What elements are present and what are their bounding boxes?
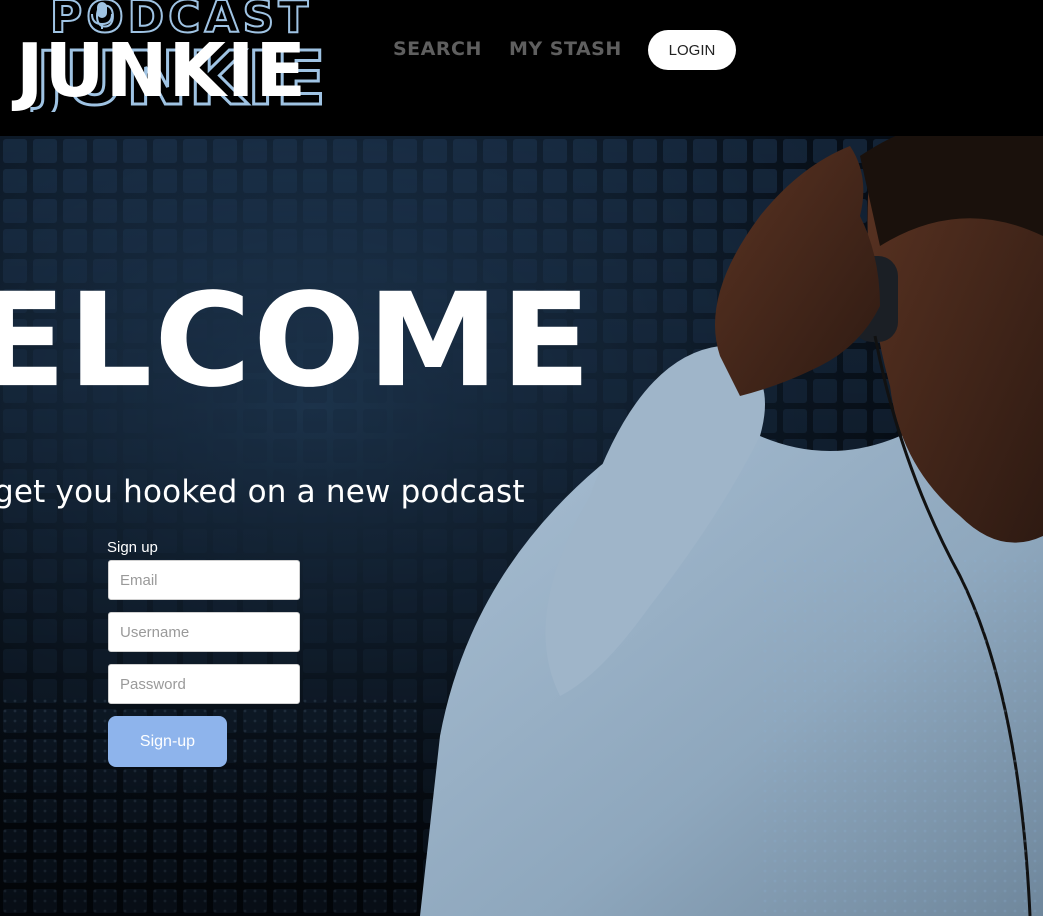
username-field[interactable] — [108, 612, 300, 652]
signup-heading: Sign up — [107, 539, 158, 556]
login-button[interactable]: LOGIN — [648, 30, 736, 70]
signup-button[interactable]: Sign-up — [108, 716, 227, 767]
logo-bottom-text: JUNKIE — [11, 28, 307, 112]
hero-section: ELCOME get you hooked on a new podcast S… — [0, 136, 1043, 916]
podcast-junkie-logo[interactable]: PODCAST JUNKIE JUNKIE — [0, 0, 390, 112]
nav-my-stash-link[interactable]: MY STASH — [509, 38, 622, 60]
nav-search-link[interactable]: SEARCH — [393, 38, 482, 60]
site-header: PODCAST JUNKIE JUNKIE SEARCH MY STASH LO… — [0, 0, 1043, 136]
welcome-heading: ELCOME — [0, 265, 593, 417]
hero-background-image — [0, 136, 1043, 916]
email-field[interactable] — [108, 560, 300, 600]
hero-tagline: get you hooked on a new podcast — [0, 474, 525, 510]
password-field[interactable] — [108, 664, 300, 704]
